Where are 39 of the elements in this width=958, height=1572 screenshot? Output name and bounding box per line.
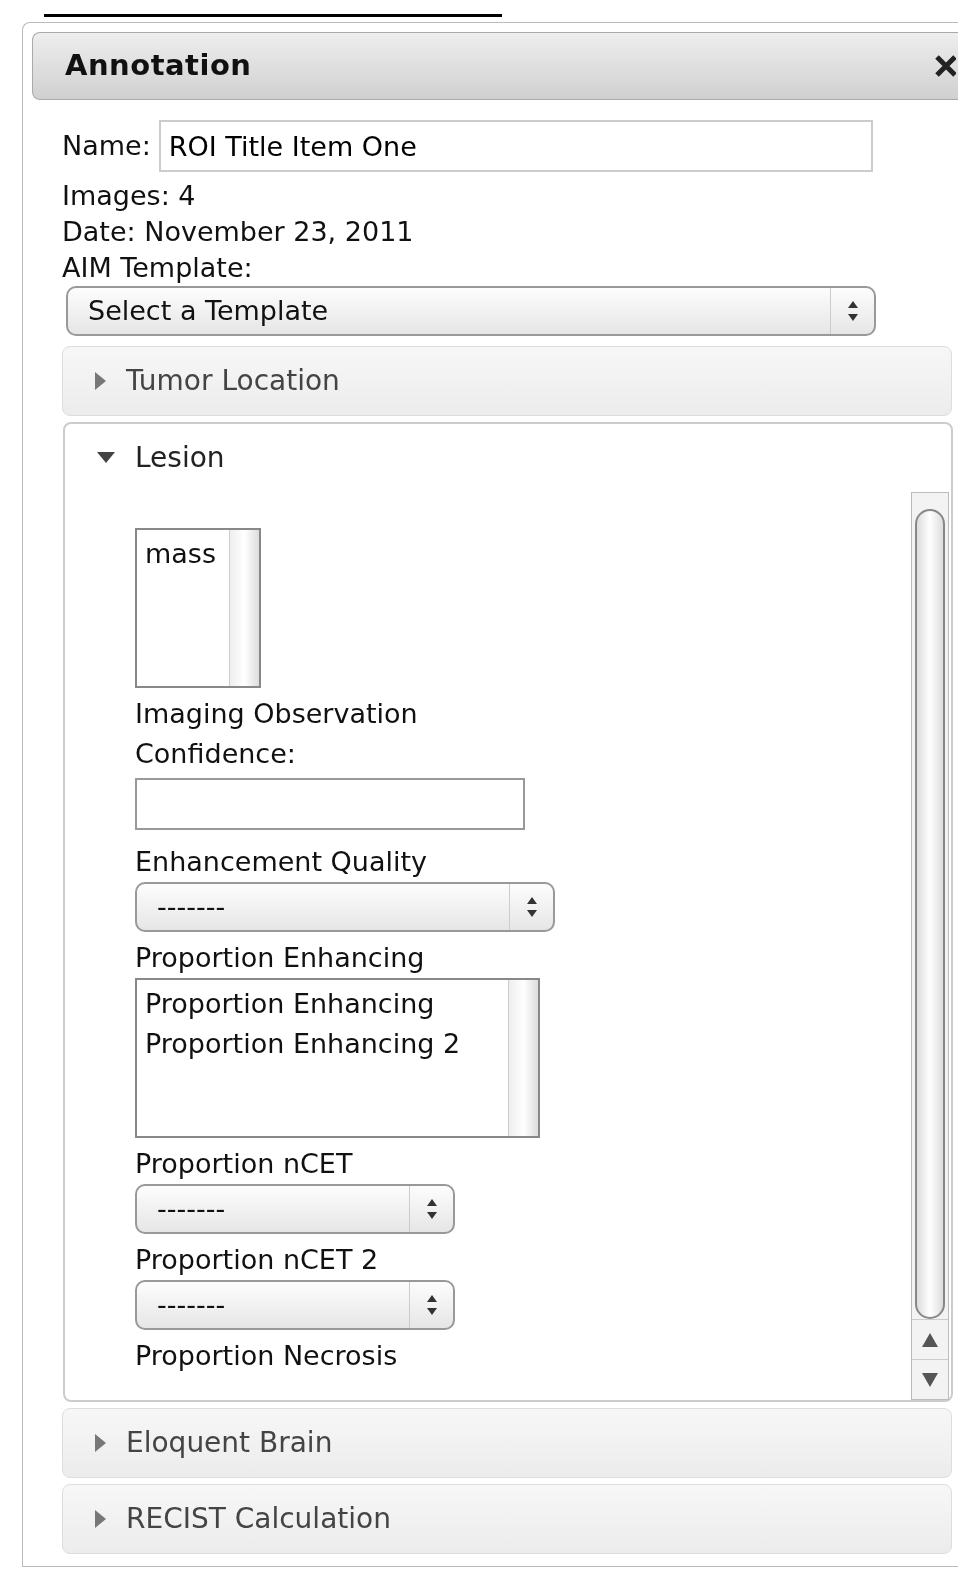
list-scrollbar[interactable] (508, 980, 538, 1136)
scroll-up-icon (922, 1332, 938, 1347)
list-scrollbar[interactable] (229, 530, 259, 686)
scroll-down-icon (922, 1372, 938, 1387)
field-label: Enhancement Quality (135, 845, 429, 879)
dropdown-select[interactable]: ------- (135, 882, 555, 932)
up-down-arrows-icon (846, 300, 859, 322)
caret-right-icon (95, 372, 106, 390)
field-label: Proportion Enhancing (135, 941, 426, 975)
caret-right-icon (95, 1510, 106, 1528)
field-label: Imaging Observation Confidence: (135, 697, 419, 771)
field-label: Proportion Necrosis (135, 1339, 399, 1373)
up-down-arrows-icon (525, 896, 538, 918)
images-count: Images: 4 (62, 179, 197, 213)
list-option[interactable]: Proportion Enhancing 2 (145, 1024, 500, 1064)
list-option[interactable]: mass (145, 534, 221, 574)
dialog-title: Annotation (65, 47, 252, 85)
field-label: Proportion nCET 2 (135, 1243, 380, 1277)
template-select[interactable]: Select a Template (66, 286, 876, 336)
dropdown-select[interactable]: ------- (135, 1184, 455, 1234)
list-option[interactable]: Proportion Enhancing (145, 984, 500, 1024)
dropdown-select[interactable]: ------- (135, 1280, 455, 1330)
field-label: Proportion nCET (135, 1147, 354, 1181)
section-header[interactable]: Tumor Location (62, 346, 952, 416)
list-box[interactable]: mass (135, 528, 261, 688)
close-icon (934, 54, 956, 78)
up-down-arrows-icon (425, 1198, 438, 1220)
list-box[interactable]: Proportion Enhancing Proportion Enhancing 2 (135, 978, 540, 1138)
caret-right-icon (95, 1434, 106, 1452)
field-label: AIM Template: (62, 251, 254, 285)
name-field[interactable]: ROI Title Item One (158, 120, 873, 172)
section-header[interactable]: Eloquent Brain (62, 1408, 952, 1478)
caret-down-icon (97, 452, 115, 464)
up-down-arrows-icon (425, 1294, 438, 1316)
date-text: Date: November 23, 2011 (62, 215, 415, 249)
text-field[interactable] (135, 778, 525, 830)
scrollbar[interactable] (911, 492, 949, 1400)
section-header[interactable]: RECIST Calculation (62, 1484, 952, 1554)
field-label: Name: (62, 128, 151, 163)
